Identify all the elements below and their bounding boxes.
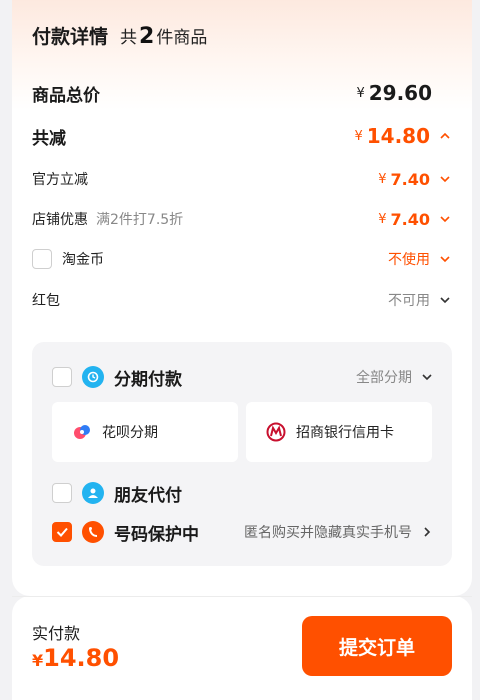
footer-divider: [12, 596, 472, 597]
friend-pay-checkbox[interactable]: [52, 483, 72, 503]
friend-pay-row[interactable]: 朋友代付: [52, 478, 434, 508]
chevron-down-icon[interactable]: [438, 252, 452, 266]
payment-options-panel: 分期付款 全部分期 花呗分期 招商银行信用卡 朋友代付 号码保护中 匿名购买并隐…: [32, 342, 452, 566]
privacy-shield-icon: [82, 521, 104, 543]
total-discount-row[interactable]: 共减 ¥ 14.80: [32, 121, 452, 151]
payment-header: 付款详情 共 2 件商品: [32, 22, 207, 56]
total-price-row: 商品总价 ¥ 29.60: [32, 78, 452, 108]
chevron-up-icon[interactable]: [438, 129, 452, 143]
store-discount-row[interactable]: 店铺优惠 满2件打7.5折 ¥ 7.40: [32, 204, 452, 234]
huabei-label: 花呗分期: [102, 425, 158, 441]
official-currency: ¥: [378, 171, 387, 187]
cmb-bank-icon: [266, 422, 286, 442]
installment-label: 分期付款: [114, 369, 182, 390]
discount-currency: ¥: [354, 128, 363, 144]
friend-pay-label: 朋友代付: [114, 485, 182, 506]
redpacket-label: 红包: [32, 293, 60, 309]
taojinbi-row[interactable]: 淘金币 不使用: [32, 244, 452, 274]
chevron-down-icon[interactable]: [420, 370, 434, 384]
installment-checkbox[interactable]: [52, 367, 72, 387]
total-currency: ¥: [356, 85, 365, 101]
total-price-label: 商品总价: [32, 85, 100, 106]
chevron-down-icon[interactable]: [438, 212, 452, 226]
taojinbi-value: 不使用: [388, 252, 430, 268]
chevron-down-icon[interactable]: [438, 293, 452, 307]
privacy-label: 号码保护中: [114, 524, 199, 545]
checkout-footer: 实付款 ¥14.80 提交订单: [12, 596, 472, 700]
installment-value: 全部分期: [356, 370, 412, 386]
paid-label: 实付款: [32, 624, 81, 643]
chevron-right-icon[interactable]: [420, 525, 434, 539]
friend-pay-icon: [82, 482, 104, 504]
item-count-suffix: 件商品: [156, 28, 208, 48]
total-discount-amount: 14.80: [366, 124, 430, 148]
official-discount-label: 官方立减: [32, 172, 88, 188]
huabei-icon: [72, 422, 92, 442]
checkmark-icon: [56, 527, 68, 537]
taojinbi-label: 淘金币: [62, 252, 104, 268]
item-count-prefix: 共: [120, 28, 138, 48]
paid-amount: 14.80: [43, 644, 120, 672]
store-discount-desc: 满2件打7.5折: [96, 212, 184, 228]
privacy-checkbox[interactable]: [52, 522, 72, 542]
total-price-amount: 29.60: [368, 81, 432, 105]
installment-icon: [82, 366, 104, 388]
paid-currency: ¥: [32, 651, 44, 670]
cmb-label: 招商银行信用卡: [296, 425, 394, 441]
installment-row[interactable]: 分期付款 全部分期: [52, 362, 434, 392]
store-currency: ¥: [378, 211, 387, 227]
cmb-credit-card-option[interactable]: 招商银行信用卡: [246, 402, 432, 462]
payment-details-card: 付款详情 共 2 件商品 商品总价 ¥ 29.60 共减 ¥ 14.80 官方立…: [12, 0, 472, 596]
huabei-installment-option[interactable]: 花呗分期: [52, 402, 238, 462]
redpacket-value: 不可用: [388, 293, 430, 309]
official-discount-amount: 7.40: [390, 169, 430, 189]
chevron-down-icon[interactable]: [438, 172, 452, 186]
store-discount-label: 店铺优惠: [32, 212, 88, 228]
paid-amount-group: ¥14.80: [32, 644, 119, 672]
page-title: 付款详情: [32, 26, 109, 48]
official-discount-row[interactable]: 官方立减 ¥ 7.40: [32, 164, 452, 194]
store-discount-amount: 7.40: [390, 209, 430, 229]
item-count: 2: [139, 24, 155, 49]
total-discount-label: 共减: [32, 128, 66, 149]
privacy-desc: 匿名购买并隐藏真实手机号: [244, 525, 412, 541]
privacy-row[interactable]: 号码保护中 匿名购买并隐藏真实手机号: [52, 517, 434, 547]
taojinbi-checkbox[interactable]: [32, 249, 52, 269]
redpacket-row[interactable]: 红包 不可用: [32, 285, 452, 315]
submit-order-button[interactable]: 提交订单: [302, 616, 452, 676]
